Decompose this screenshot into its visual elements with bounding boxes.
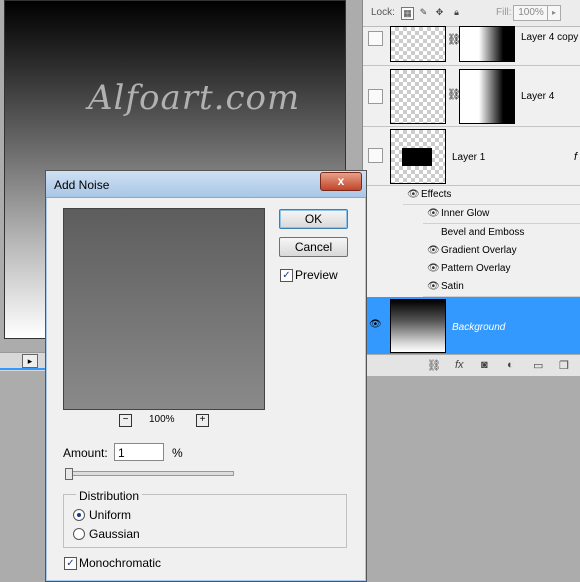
zoom-in-button[interactable]: +	[196, 414, 209, 427]
gaussian-radio[interactable]	[73, 528, 85, 540]
layers-panel: Lock: ▦ ✎ ✥ 🔒︎ Fill: 100% ▸ ⛓ Layer 4 co…	[362, 0, 580, 376]
visibility-toggle[interactable]	[368, 148, 383, 163]
amount-label: Amount:	[63, 446, 108, 460]
layer-name: Layer 4 copy	[521, 32, 579, 43]
layer-row-background[interactable]: 👁︎ Background	[363, 297, 580, 355]
lock-brush-icon[interactable]: ✎	[418, 7, 429, 18]
eye-icon[interactable]: 👁︎	[427, 281, 440, 292]
layers-panel-toolbar: ⛓ fx ◙ ◐ ▭ ❐	[363, 354, 580, 376]
eye-icon[interactable]: 👁︎	[427, 208, 440, 219]
layer-name: Layer 1	[452, 152, 486, 163]
preview-checkbox[interactable]: ✓	[280, 269, 293, 282]
amount-input[interactable]: 1	[114, 443, 164, 461]
fx-icon[interactable]: fx	[455, 359, 464, 371]
effects-label: Effects	[421, 189, 452, 200]
layer-thumbnail-shape	[402, 148, 432, 166]
eye-icon[interactable]: 👁︎	[369, 319, 382, 330]
amount-slider-thumb[interactable]	[65, 468, 73, 480]
fill-dropdown-icon[interactable]: ▸	[547, 5, 561, 21]
fill-input[interactable]: 100%	[513, 5, 549, 21]
effect-label: Satin	[441, 281, 464, 292]
effect-bevel-emboss[interactable]: Bevel and Emboss	[423, 224, 580, 243]
mask-icon[interactable]: ◙	[481, 359, 488, 371]
layer-row-layer-4[interactable]: ⛓ Layer 4	[363, 66, 580, 127]
layer-thumbnail	[390, 69, 446, 124]
effect-label: Bevel and Emboss	[441, 227, 525, 238]
lock-all-icon[interactable]: 🔒︎	[451, 7, 462, 18]
effect-satin[interactable]: 👁︎ Satin	[423, 278, 580, 297]
adjustment-icon[interactable]: ◐	[507, 359, 514, 371]
visibility-toggle[interactable]	[368, 89, 383, 104]
radio-selected-dot	[77, 513, 81, 517]
effect-label: Inner Glow	[441, 208, 490, 219]
layer-thumbnail	[390, 26, 446, 62]
amount-slider-track[interactable]	[66, 471, 234, 476]
dialog-titlebar[interactable]: Add Noise x	[46, 171, 366, 198]
fx-badge-icon[interactable]: f	[574, 151, 577, 163]
lock-row: Lock: ▦ ✎ ✥ 🔒︎ Fill: 100% ▸	[363, 0, 580, 27]
link-icon[interactable]: ⛓	[427, 359, 441, 372]
eye-icon[interactable]: 👁︎	[427, 245, 440, 256]
distribution-label: Distribution	[76, 489, 143, 503]
eye-icon[interactable]: 👁︎	[407, 189, 420, 200]
preview-area[interactable]	[63, 208, 265, 410]
uniform-radio[interactable]	[73, 509, 85, 521]
layer-thumbnail	[390, 299, 446, 353]
ok-button[interactable]: OK	[279, 209, 348, 229]
effect-gradient-overlay[interactable]: 👁︎ Gradient Overlay	[423, 242, 580, 261]
watermark-text: Alfoart.com	[88, 78, 301, 118]
lock-label: Lock:	[371, 7, 395, 18]
lock-move-icon[interactable]: ✥	[434, 7, 445, 18]
monochromatic-checkbox[interactable]: ✓	[64, 557, 77, 570]
visibility-toggle[interactable]	[368, 31, 383, 46]
zoom-level: 100%	[149, 414, 175, 425]
effect-pattern-overlay[interactable]: 👁︎ Pattern Overlay	[423, 260, 580, 279]
eye-icon[interactable]: 👁︎	[427, 263, 440, 274]
add-noise-dialog: Add Noise x − 100% + OK Cancel ✓ Preview…	[45, 170, 367, 582]
uniform-label: Uniform	[89, 508, 132, 522]
layer-mask-thumbnail[interactable]	[459, 26, 515, 62]
zoom-out-button[interactable]: −	[119, 414, 132, 427]
lock-transparency-icon[interactable]: ▦	[401, 7, 414, 20]
amount-unit: %	[172, 446, 183, 460]
layer-name: Background	[452, 322, 506, 333]
layer-mask-thumbnail[interactable]	[459, 69, 515, 124]
status-menu-icon[interactable]: ▸	[22, 354, 38, 368]
layer-row-layer-1[interactable]: Layer 1 f	[363, 127, 580, 186]
layer-thumbnail	[390, 129, 446, 184]
new-layer-icon[interactable]: ❐	[559, 359, 569, 372]
layer-name: Layer 4	[521, 91, 555, 102]
fill-label: Fill:	[496, 7, 512, 18]
effect-label: Pattern Overlay	[441, 263, 511, 274]
effect-inner-glow[interactable]: 👁︎ Inner Glow	[423, 205, 580, 224]
layer-row-layer-4-copy[interactable]: ⛓ Layer 4 copy	[363, 26, 580, 66]
effects-header[interactable]: 👁︎ Effects	[403, 186, 580, 205]
preview-label: Preview	[295, 268, 338, 282]
close-button[interactable]: x	[320, 172, 362, 191]
gaussian-label: Gaussian	[89, 527, 140, 541]
folder-icon[interactable]: ▭	[533, 359, 543, 372]
effect-label: Gradient Overlay	[441, 245, 517, 256]
dialog-title: Add Noise	[54, 178, 110, 192]
cancel-button[interactable]: Cancel	[279, 237, 348, 257]
monochromatic-label: Monochromatic	[79, 556, 162, 570]
